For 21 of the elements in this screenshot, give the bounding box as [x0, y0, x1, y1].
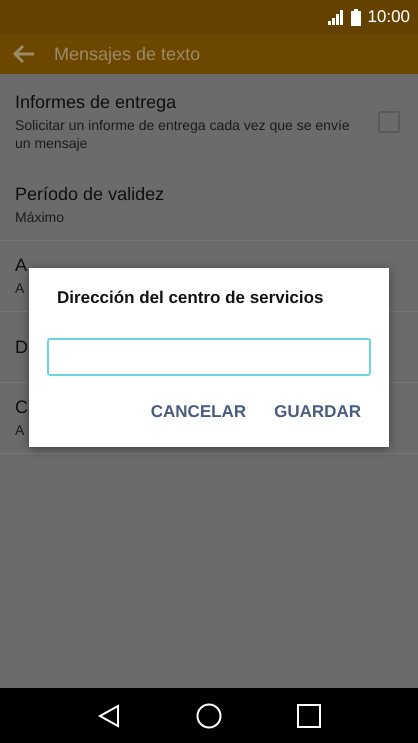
setting-summary: Máximo — [15, 208, 64, 226]
dialog-button[interactable]: GUARDAR — [274, 398, 361, 426]
screen-title: Mensajes de texto — [54, 44, 200, 64]
setting-title: Informes de entrega — [15, 92, 176, 113]
home-icon[interactable] — [196, 702, 222, 728]
setting-title: Período de validez — [15, 184, 164, 205]
dialog-button[interactable]: CANCELAR — [150, 398, 246, 426]
signal-icon — [328, 10, 346, 24]
setting-summary: A — [15, 279, 24, 297]
back-icon[interactable] — [97, 704, 122, 728]
setting-summary: Solicitar un informe de entrega cada vez que se envíe un mensaje — [15, 116, 351, 152]
setting-summary: A — [15, 421, 24, 439]
setting-title: C — [15, 397, 28, 418]
setting-title: A — [15, 255, 28, 276]
input-field[interactable] — [47, 338, 371, 376]
status-time: 10:00 — [367, 7, 410, 27]
recents-icon[interactable] — [296, 704, 321, 728]
battery-icon — [351, 8, 362, 26]
back-arrow-icon[interactable] — [12, 44, 36, 64]
dialog-title: Dirección del centro de servicios — [57, 288, 324, 308]
setting-title: D — [15, 336, 28, 358]
